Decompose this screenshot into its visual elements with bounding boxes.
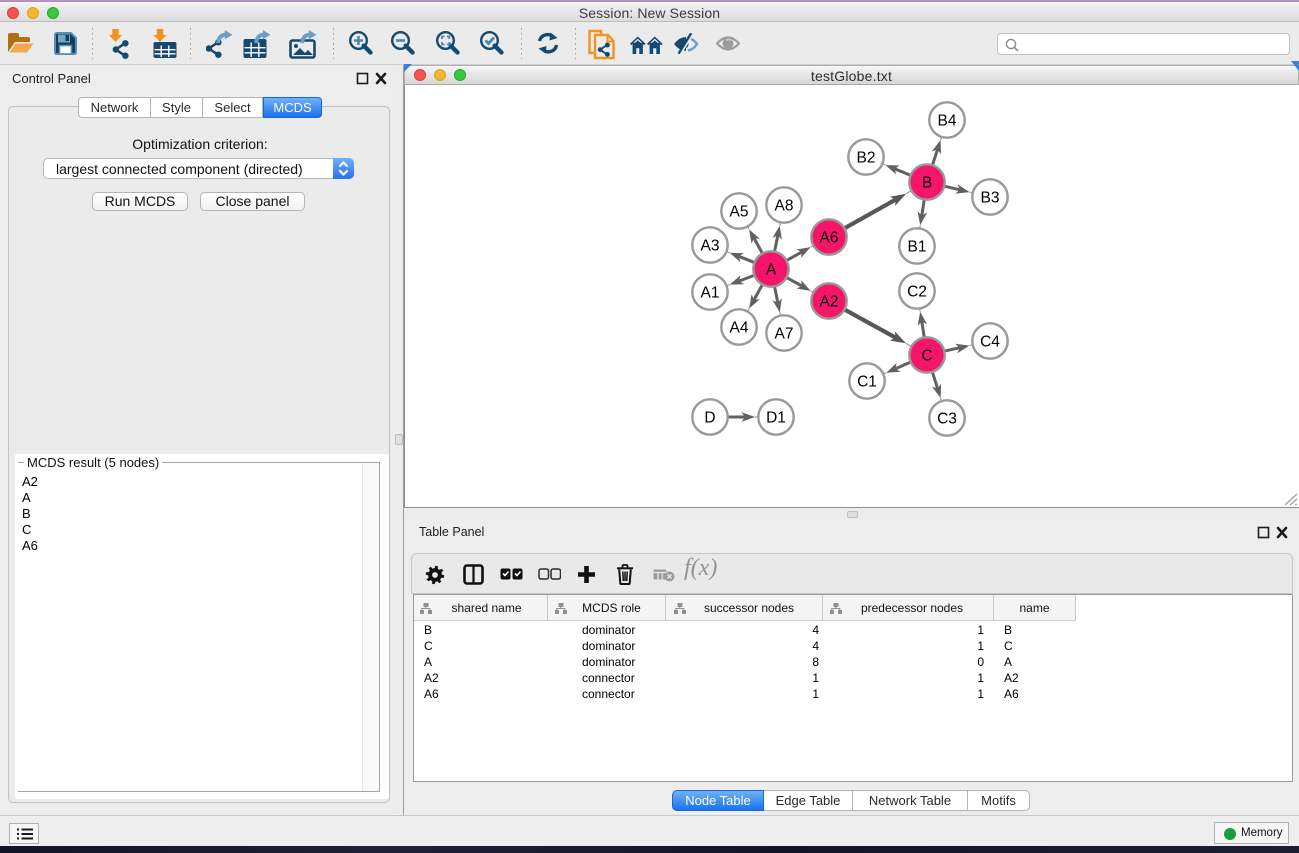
svg-text:C: C [921, 347, 932, 364]
svg-text:A5: A5 [730, 203, 749, 220]
svg-text:B4: B4 [938, 112, 957, 129]
svg-text:A3: A3 [701, 237, 720, 254]
svg-text:A4: A4 [730, 319, 749, 336]
svg-text:C2: C2 [907, 283, 927, 300]
svg-text:B3: B3 [981, 189, 1000, 206]
svg-text:C4: C4 [980, 333, 1000, 350]
svg-text:D: D [704, 409, 715, 426]
svg-text:B: B [922, 174, 932, 191]
svg-text:B2: B2 [857, 149, 876, 166]
svg-text:A6: A6 [820, 229, 839, 246]
svg-text:C3: C3 [937, 410, 957, 427]
svg-text:D1: D1 [766, 409, 786, 426]
svg-text:A8: A8 [775, 197, 794, 214]
svg-text:A1: A1 [701, 284, 720, 301]
svg-text:C1: C1 [857, 373, 877, 390]
svg-text:A: A [766, 261, 777, 278]
svg-text:A7: A7 [775, 325, 794, 342]
svg-text:A2: A2 [820, 293, 839, 310]
svg-text:B1: B1 [908, 238, 927, 255]
